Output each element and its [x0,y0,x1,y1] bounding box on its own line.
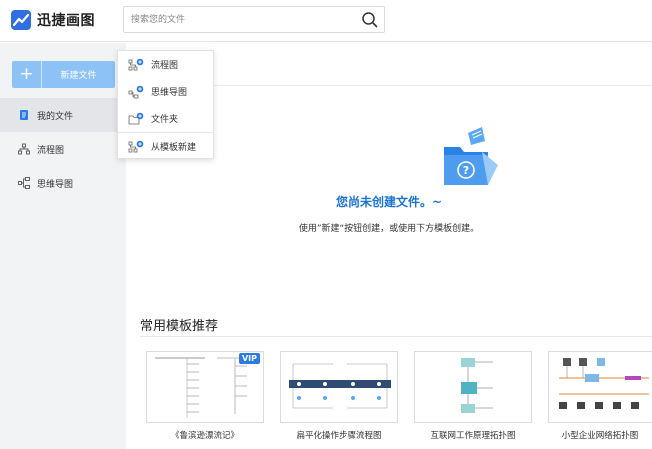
template-thumbnail [548,351,652,423]
menu-item-mindmap[interactable]: 思维导图 [118,78,213,105]
search-input[interactable] [124,7,349,32]
empty-folder-illustration: ? [442,127,504,190]
new-file-button[interactable]: + 新建文件 [12,61,115,88]
section-divider [140,336,652,337]
menu-item-label: 思维导图 [151,88,188,98]
menu-item-label: 文件夹 [151,115,179,125]
sidebar-item-flowchart[interactable]: 流程图 [0,132,126,166]
file-icon [20,110,28,120]
template-card[interactable]: 扁平化操作步骤流程图 [280,351,398,441]
app-name: 迅捷画图 [37,13,95,29]
top-header: 迅捷画图 [0,0,652,42]
template-card[interactable]: 互联网工作原理拓扑图 [414,351,532,441]
logo-icon [11,10,31,30]
template-caption: 互联网工作原理拓扑图 [430,431,516,441]
app-logo[interactable]: 迅捷画图 [11,10,95,30]
templates-section-title: 常用模板推荐 [140,319,219,334]
menu-item-flowchart[interactable]: 流程图 [118,51,213,78]
mindmap-add-icon [128,85,144,98]
mindmap-icon [18,177,30,189]
menu-item-label: 从模板新建 [151,143,197,153]
plus-icon: + [12,61,42,88]
sidebar: + 新建文件 我的文件 流程图 思维导图 [0,43,126,449]
search-icon[interactable] [360,10,380,30]
template-caption: 《鲁滨逊漂流记》 [170,431,239,441]
new-file-label: 新建文件 [60,71,97,81]
new-file-dropdown: 流程图 思维导图 文件夹 从模板新建 [117,50,214,159]
menu-item-from-template[interactable]: 从模板新建 [118,133,213,160]
template-thumbnail: VIP [146,351,264,423]
sidebar-nav: 我的文件 流程图 思维导图 [0,98,126,200]
svg-text:?: ? [463,164,469,177]
sidebar-item-label: 我的文件 [37,111,74,122]
template-caption: 小型企业网络拓扑图 [561,431,639,441]
sidebar-item-my-files[interactable]: 我的文件 [0,98,126,132]
flowchart-icon [18,143,30,155]
template-card[interactable]: 小型企业网络拓扑图 [548,351,652,441]
menu-item-folder[interactable]: 文件夹 [118,105,213,132]
empty-state-subtitle: 使用”新建“按钮创建，或使用下方模板创建。 [298,224,480,234]
search-box [123,6,385,33]
sidebar-item-label: 思维导图 [37,179,74,190]
flowchart-add-icon [128,58,144,70]
template-thumbnail [414,351,532,423]
menu-item-label: 流程图 [151,61,179,71]
template-card[interactable]: VIP 《鲁滨逊漂流记》 [146,351,264,441]
template-caption: 扁平化操作步骤流程图 [296,431,382,441]
template-thumbnail [280,351,398,423]
empty-state-title: 您尚未创建文件。~ [335,195,443,209]
sidebar-item-label: 流程图 [37,145,65,156]
vip-badge: VIP [238,353,260,364]
template-add-icon [128,140,144,152]
folder-add-icon [128,112,144,124]
sidebar-item-mindmap[interactable]: 思维导图 [0,166,126,200]
